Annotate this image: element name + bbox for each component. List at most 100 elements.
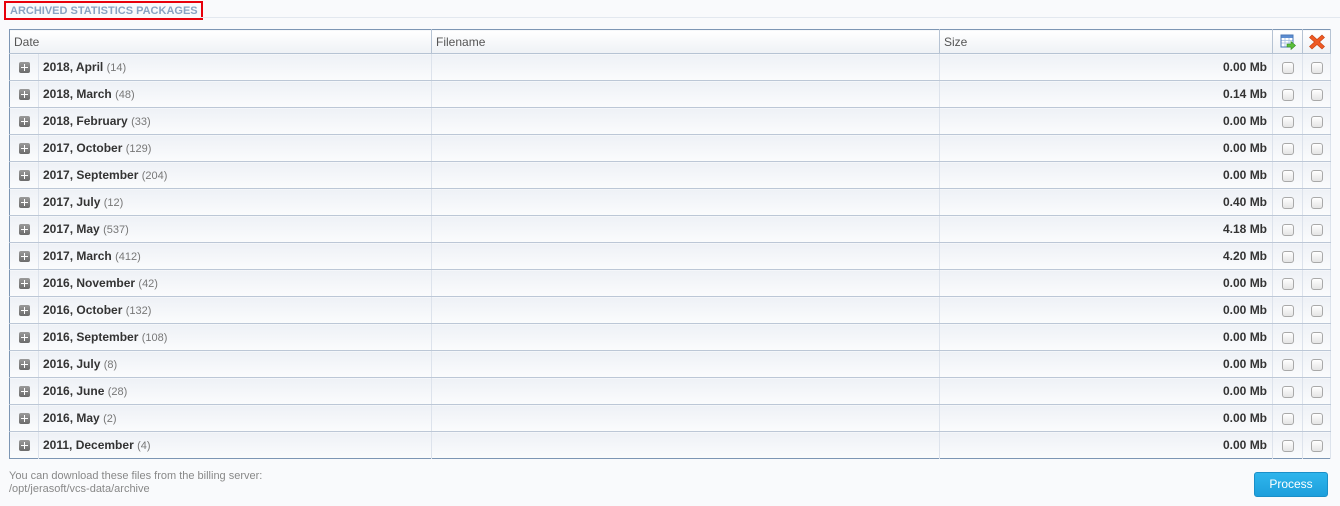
- expand-plus-icon[interactable]: [18, 359, 30, 371]
- export-icon[interactable]: [1280, 34, 1296, 50]
- delete-checkbox-cell: [1302, 350, 1332, 378]
- delete-checkbox[interactable]: [1310, 142, 1323, 155]
- table-row[interactable]: 2017, May (537) 4.18 Mb: [9, 215, 1332, 243]
- expand-plus-icon[interactable]: [18, 197, 30, 209]
- delete-checkbox[interactable]: [1310, 61, 1323, 74]
- export-checkbox-cell: [1272, 134, 1304, 162]
- expander-cell[interactable]: [9, 53, 39, 81]
- delete-checkbox[interactable]: [1310, 223, 1323, 236]
- export-checkbox[interactable]: [1281, 385, 1294, 398]
- date-label: 2017, May: [43, 222, 100, 236]
- table-row[interactable]: 2016, May (2) 0.00 Mb: [9, 404, 1332, 432]
- filename-cell: [431, 188, 941, 216]
- delete-checkbox[interactable]: [1310, 250, 1323, 263]
- export-checkbox[interactable]: [1281, 250, 1294, 263]
- expander-cell[interactable]: [9, 242, 39, 270]
- delete-checkbox-cell: [1302, 377, 1332, 405]
- expand-plus-icon[interactable]: [18, 278, 30, 290]
- expander-cell[interactable]: [9, 188, 39, 216]
- expand-plus-icon[interactable]: [18, 62, 30, 74]
- expander-cell[interactable]: [9, 323, 39, 351]
- file-count: (42): [138, 278, 158, 290]
- title-divider: [200, 17, 1340, 18]
- expand-plus-icon[interactable]: [18, 332, 30, 344]
- expander-cell[interactable]: [9, 215, 39, 243]
- expand-plus-icon[interactable]: [18, 413, 30, 425]
- export-checkbox[interactable]: [1281, 277, 1294, 290]
- table-row[interactable]: 2017, July (12) 0.40 Mb: [9, 188, 1332, 216]
- delete-checkbox[interactable]: [1310, 169, 1323, 182]
- date-label: 2017, September: [43, 168, 139, 182]
- expand-plus-icon[interactable]: [18, 170, 30, 182]
- delete-icon[interactable]: [1308, 34, 1325, 50]
- delete-checkbox[interactable]: [1310, 88, 1323, 101]
- table-row[interactable]: 2016, October (132) 0.00 Mb: [9, 296, 1332, 324]
- delete-checkbox[interactable]: [1310, 304, 1323, 317]
- expand-plus-icon[interactable]: [18, 440, 30, 452]
- export-checkbox[interactable]: [1281, 196, 1294, 209]
- expander-cell[interactable]: [9, 80, 39, 108]
- column-header-date[interactable]: Date: [9, 29, 433, 54]
- export-checkbox[interactable]: [1281, 115, 1294, 128]
- date-label: 2016, July: [43, 357, 101, 371]
- delete-checkbox[interactable]: [1310, 439, 1323, 452]
- table-row[interactable]: 2017, October (129) 0.00 Mb: [9, 134, 1332, 162]
- delete-checkbox[interactable]: [1310, 358, 1323, 371]
- delete-checkbox[interactable]: [1310, 385, 1323, 398]
- size-cell: 0.00 Mb: [939, 431, 1274, 459]
- table-row[interactable]: 2017, March (412) 4.20 Mb: [9, 242, 1332, 270]
- table-row[interactable]: 2018, March (48) 0.14 Mb: [9, 80, 1332, 108]
- expand-plus-icon[interactable]: [18, 251, 30, 263]
- export-checkbox[interactable]: [1281, 88, 1294, 101]
- delete-checkbox[interactable]: [1310, 196, 1323, 209]
- process-button[interactable]: Process: [1254, 472, 1328, 497]
- size-cell: 0.00 Mb: [939, 134, 1274, 162]
- expander-cell[interactable]: [9, 269, 39, 297]
- export-checkbox[interactable]: [1281, 412, 1294, 425]
- expander-cell[interactable]: [9, 134, 39, 162]
- expand-plus-icon[interactable]: [18, 89, 30, 101]
- column-header-filename[interactable]: Filename: [431, 29, 941, 54]
- delete-checkbox[interactable]: [1310, 412, 1323, 425]
- column-header-size[interactable]: Size: [939, 29, 1274, 54]
- table-row[interactable]: 2018, April (14) 0.00 Mb: [9, 53, 1332, 81]
- table-row[interactable]: 2018, February (33) 0.00 Mb: [9, 107, 1332, 135]
- table-row[interactable]: 2016, November (42) 0.00 Mb: [9, 269, 1332, 297]
- expander-cell[interactable]: [9, 107, 39, 135]
- export-checkbox[interactable]: [1281, 223, 1294, 236]
- expand-plus-icon[interactable]: [18, 224, 30, 236]
- expand-plus-icon[interactable]: [18, 305, 30, 317]
- delete-checkbox[interactable]: [1310, 115, 1323, 128]
- table-row[interactable]: 2017, September (204) 0.00 Mb: [9, 161, 1332, 189]
- size-cell: 4.20 Mb: [939, 242, 1274, 270]
- column-header-export[interactable]: [1272, 29, 1304, 54]
- expander-cell[interactable]: [9, 296, 39, 324]
- date-cell: 2017, March (412): [38, 242, 433, 270]
- expander-cell[interactable]: [9, 404, 39, 432]
- expander-cell[interactable]: [9, 431, 39, 459]
- export-checkbox[interactable]: [1281, 331, 1294, 344]
- delete-checkbox[interactable]: [1310, 277, 1323, 290]
- export-checkbox[interactable]: [1281, 304, 1294, 317]
- column-header-delete[interactable]: [1302, 29, 1332, 54]
- expander-cell[interactable]: [9, 350, 39, 378]
- delete-checkbox[interactable]: [1310, 331, 1323, 344]
- export-checkbox[interactable]: [1281, 439, 1294, 452]
- file-count: (129): [125, 143, 152, 155]
- export-checkbox-cell: [1272, 350, 1304, 378]
- export-checkbox[interactable]: [1281, 61, 1294, 74]
- expand-plus-icon[interactable]: [18, 386, 30, 398]
- table-row[interactable]: 2016, July (8) 0.00 Mb: [9, 350, 1332, 378]
- table-row[interactable]: 2016, June (28) 0.00 Mb: [9, 377, 1332, 405]
- export-checkbox[interactable]: [1281, 142, 1294, 155]
- table-row[interactable]: 2011, December (4) 0.00 Mb: [9, 431, 1332, 459]
- expand-plus-icon[interactable]: [18, 143, 30, 155]
- delete-checkbox-cell: [1302, 188, 1332, 216]
- expander-cell[interactable]: [9, 377, 39, 405]
- expand-plus-icon[interactable]: [18, 116, 30, 128]
- export-checkbox[interactable]: [1281, 169, 1294, 182]
- export-checkbox[interactable]: [1281, 358, 1294, 371]
- expander-cell[interactable]: [9, 161, 39, 189]
- table-row[interactable]: 2016, September (108) 0.00 Mb: [9, 323, 1332, 351]
- delete-checkbox-cell: [1302, 215, 1332, 243]
